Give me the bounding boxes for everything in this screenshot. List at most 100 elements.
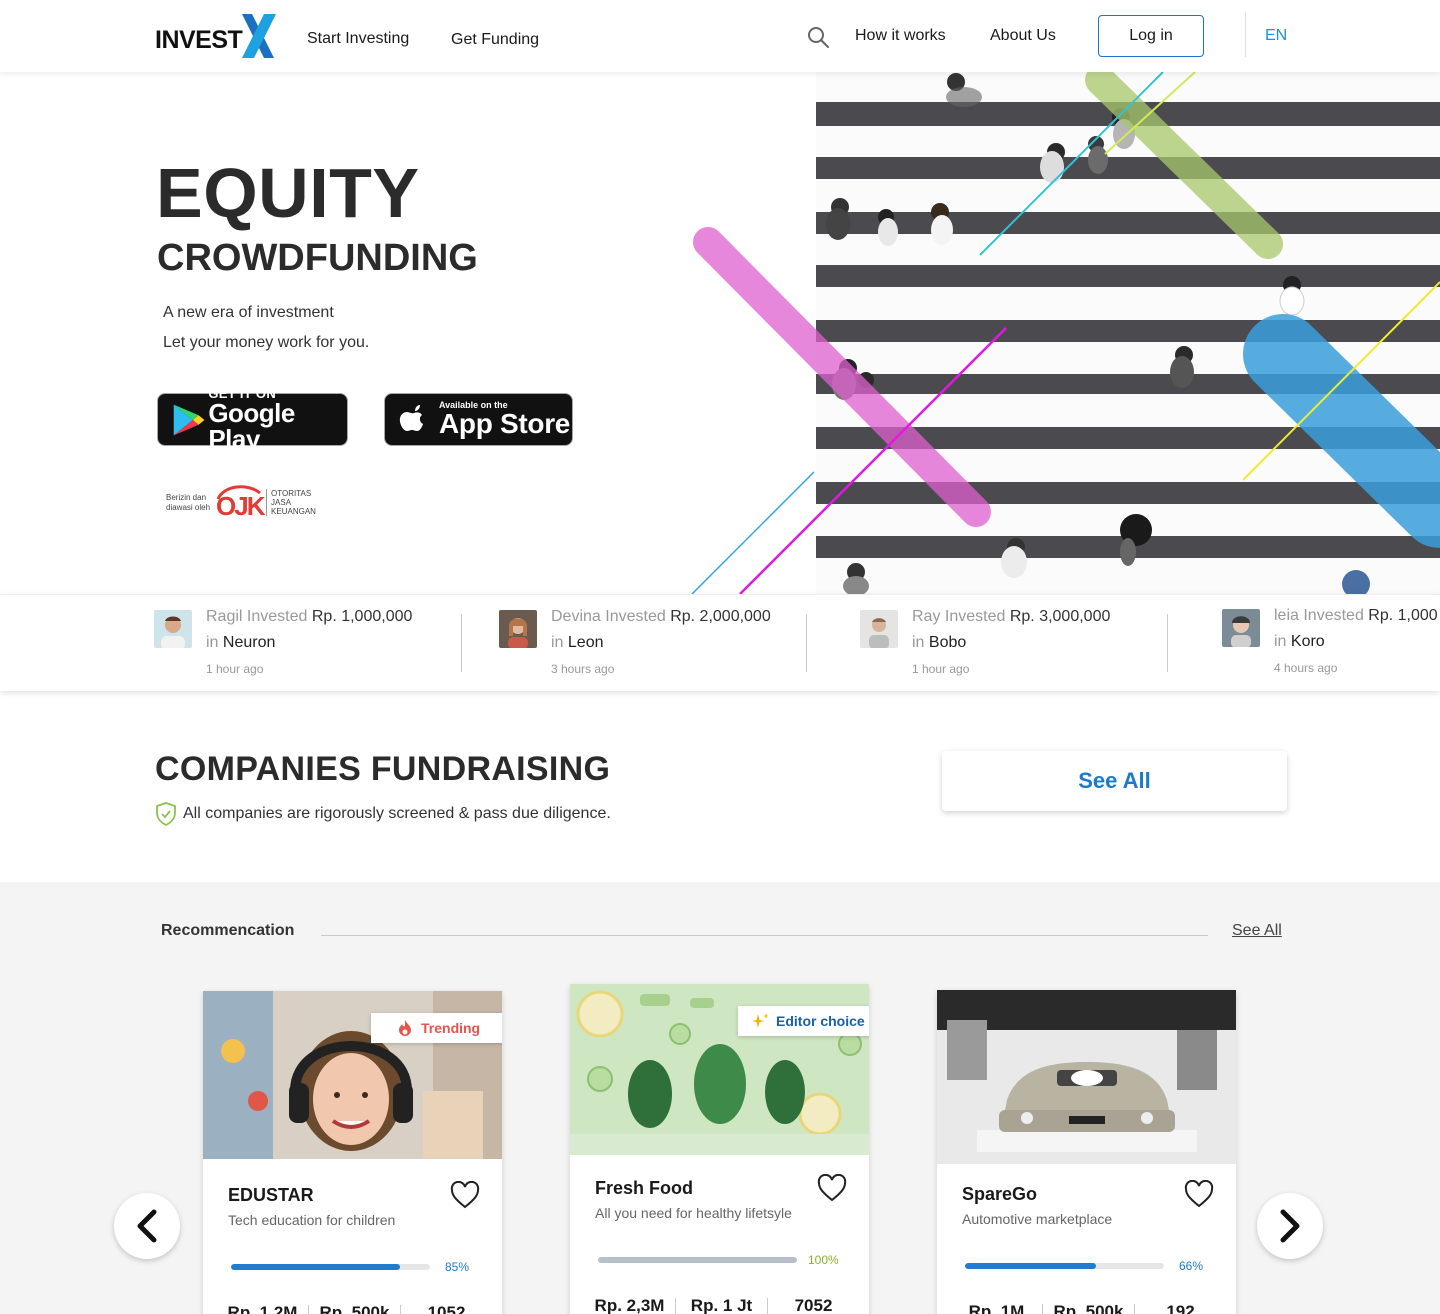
ticker-prep: in — [1274, 633, 1287, 650]
card-stats: Rp. 1M Rp. 500k 192 — [951, 1302, 1226, 1314]
heart-icon[interactable] — [1184, 1180, 1214, 1208]
see-all-companies-button[interactable]: See All — [942, 751, 1287, 811]
ticker-time: 1 hour ago — [912, 662, 970, 676]
ticker-investor-name: leia — [1274, 607, 1299, 624]
heart-icon[interactable] — [817, 1174, 847, 1202]
ticker-amount: Rp. 1,000,000 — [311, 608, 413, 625]
funding-progress-bar — [965, 1263, 1164, 1269]
ticker-verb: Invested — [246, 608, 308, 625]
google-play-big: Google Play — [208, 398, 295, 454]
apple-icon — [399, 404, 423, 431]
top-navigation: INVEST Start Investing Get Funding How i… — [0, 0, 1440, 72]
avatar — [860, 610, 898, 648]
stat-investors: 1052 — [427, 1303, 466, 1314]
ticker-investor-name: Ragil — [206, 608, 243, 625]
nav-start-investing[interactable]: Start Investing — [307, 30, 409, 48]
carousel-next-button[interactable] — [1257, 1193, 1323, 1259]
recommendation-divider — [321, 935, 1208, 936]
ticker-item: Ray Invested Rp. 3,000,000 in Bobo 1 hou… — [860, 595, 1160, 692]
stat-min-invest: Rp. 500k — [1053, 1302, 1124, 1314]
ticker-time: 1 hour ago — [206, 662, 264, 676]
ticker-investor-name: Devina — [551, 608, 601, 625]
ojk-text-3: OTORITAS — [271, 489, 312, 498]
ojk-text-1: Berizin dan — [166, 492, 207, 502]
nav-get-funding[interactable]: Get Funding — [451, 31, 539, 49]
card-company-name: Fresh Food — [595, 1178, 693, 1198]
badge-label: Editor choice — [776, 1013, 865, 1029]
crosswalk-illustration — [816, 72, 1440, 594]
funding-progress-bar — [231, 1264, 430, 1270]
stat-raised: Rp. 2,3M — [594, 1296, 665, 1314]
ojk-mark: OJK — [216, 490, 265, 521]
company-card-sparego[interactable]: SpareGo Automotive marketplace 66% Rp. 1… — [937, 990, 1236, 1314]
google-play-button[interactable]: GET IT ON Google Play — [157, 387, 348, 452]
sparkle-icon — [752, 1013, 769, 1028]
ticker-item: Ragil Invested Rp. 1,000,000 in Neuron 1… — [154, 595, 454, 692]
stat-raised: Rp. 1,2M — [227, 1303, 298, 1314]
heart-icon[interactable] — [450, 1181, 480, 1209]
search-icon[interactable] — [806, 25, 830, 49]
progress-fill — [598, 1257, 797, 1263]
card-description: Automotive marketplace — [962, 1211, 1113, 1227]
app-store-button[interactable]: Available on the App Store — [384, 393, 573, 446]
companies-note: All companies are rigorously screened & … — [155, 802, 611, 826]
ticker-prep: in — [551, 634, 564, 651]
ticker-amount: Rp. 1,000 — [1368, 607, 1438, 624]
card-description: Tech education for children — [228, 1212, 396, 1228]
carousel-prev-button[interactable] — [114, 1193, 180, 1259]
logo-x-icon — [242, 14, 277, 58]
company-card-edustar[interactable]: Trending EDUSTAR Tech education for chil… — [203, 991, 502, 1314]
language-selector[interactable]: EN — [1265, 27, 1287, 45]
companies-title: COMPANIES FUNDRAISING — [155, 750, 611, 788]
ticker-investor-name: Ray — [912, 608, 941, 625]
nav-about-us[interactable]: About Us — [990, 27, 1056, 45]
login-button[interactable]: Log in — [1098, 15, 1204, 57]
hero-subtitle: CROWDFUNDING — [157, 237, 478, 279]
recommendation-see-all-link[interactable]: See All — [1232, 922, 1282, 940]
app-store-big: App Store — [439, 408, 571, 439]
logo-wordmark: INVEST — [155, 25, 243, 54]
stat-investors: 192 — [1166, 1302, 1195, 1314]
avatar — [1222, 609, 1260, 647]
ticker-company[interactable]: Koro — [1291, 633, 1325, 650]
investment-ticker: Ragil Invested Rp. 1,000,000 in Neuron 1… — [0, 594, 1440, 691]
ojk-text-5: KEUANGAN — [271, 507, 316, 516]
shield-check-icon — [156, 802, 176, 826]
ticker-verb: Invested — [1303, 607, 1364, 624]
investx-logo[interactable]: INVEST — [155, 14, 277, 58]
hero-title: EQUITY — [156, 154, 420, 232]
funding-progress-bar — [598, 1257, 797, 1263]
ticker-item: leia Invested Rp. 1,000 in Koro 4 hours … — [1222, 595, 1440, 692]
companies-note-text: All companies are rigorously screened & … — [183, 805, 611, 822]
progress-fill — [231, 1264, 401, 1270]
avatar — [499, 610, 537, 648]
recommendation-title: Recommencation — [161, 922, 295, 939]
ticker-company[interactable]: Neuron — [223, 634, 275, 651]
ticker-verb: Invested — [605, 608, 666, 625]
stat-min-invest: Rp. 500k — [319, 1303, 390, 1314]
card-stats: Rp. 1,2M Rp. 500k 1052 — [217, 1303, 492, 1314]
ticker-prep: in — [206, 634, 219, 651]
progress-fill — [965, 1263, 1097, 1269]
card-image — [937, 990, 1236, 1164]
trending-badge: Trending — [371, 1013, 502, 1043]
company-card-fresh-food[interactable]: Editor choice Fresh Food All you need fo… — [570, 984, 869, 1314]
nav-how-it-works[interactable]: How it works — [855, 27, 946, 45]
hero-image — [816, 72, 1440, 594]
page: INVEST Start Investing Get Funding How i… — [0, 0, 1440, 1314]
card-company-name: SpareGo — [962, 1184, 1038, 1204]
editor-choice-badge: Editor choice — [738, 1006, 869, 1036]
progress-percent: 66% — [1179, 1259, 1204, 1273]
ticker-company[interactable]: Leon — [568, 634, 604, 651]
ticker-item: Devina Invested Rp. 2,000,000 in Leon 3 … — [499, 595, 799, 692]
hero-tagline-1: A new era of investment — [163, 304, 334, 321]
ticker-time: 3 hours ago — [551, 662, 615, 676]
ticker-company[interactable]: Bobo — [929, 634, 966, 651]
ojk-text-4: JASA — [271, 498, 292, 507]
stat-investors: 7052 — [794, 1296, 833, 1314]
hero-tagline-2: Let your money work for you. — [163, 334, 370, 351]
ojk-license-badge: Berizin dan diawasi oleh OJK OTORITAS JA… — [166, 480, 326, 525]
ticker-amount: Rp. 2,000,000 — [670, 608, 771, 625]
ticker-verb: Invested — [944, 608, 1006, 625]
card-stats: Rp. 2,3M Rp. 1 Jt 7052 — [584, 1296, 859, 1314]
